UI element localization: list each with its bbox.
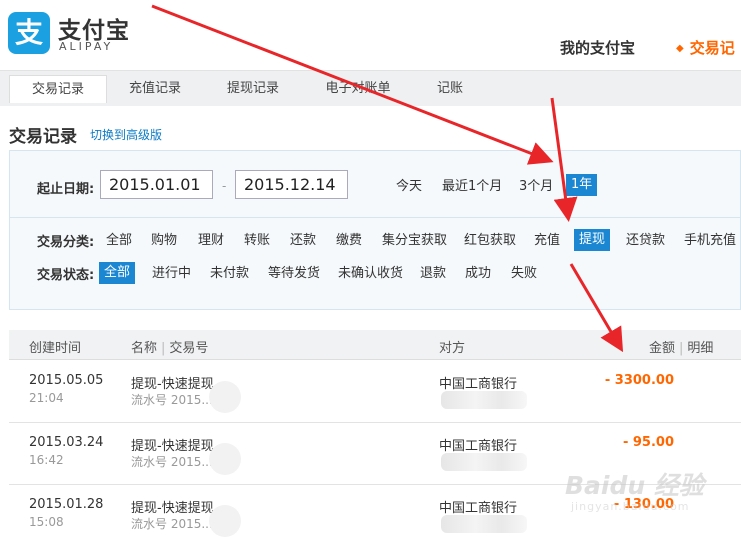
category-transfer[interactable]: 转账 (239, 230, 275, 252)
row-time: 16:42 (29, 453, 64, 467)
category-recharge[interactable]: 充值 (529, 230, 565, 252)
category-repayment[interactable]: 还款 (285, 230, 321, 252)
row-serial-no: 流水号 2015... (131, 455, 213, 469)
col-name-label: 名称 (131, 341, 158, 356)
row-name[interactable]: 提现-快速提现 (131, 497, 214, 516)
category-bills[interactable]: 缴费 (331, 230, 367, 252)
status-failed[interactable]: 失败 (506, 263, 542, 285)
alipay-logo-icon: 支 (8, 12, 50, 54)
tab-e-statement[interactable]: 电子对账单 (310, 75, 406, 103)
col-detail-label: 明细 (687, 341, 714, 356)
logo-en-text: ALIPAY (59, 40, 114, 53)
range-3-months[interactable]: 3个月 (514, 176, 558, 198)
blurred-account (441, 515, 527, 533)
status-label: 交易状态: (37, 268, 95, 283)
category-loan-repayment[interactable]: 还贷款 (621, 230, 670, 252)
row-serial-no: 流水号 2015... (131, 393, 213, 407)
tab-recharge[interactable]: 充值记录 (107, 75, 203, 103)
nav-transactions[interactable]: ◆ 交易记 (676, 37, 735, 58)
category-finance[interactable]: 理财 (193, 230, 229, 252)
col-separator: | (679, 341, 684, 356)
blurred-account (441, 453, 527, 471)
blurred-region (209, 505, 241, 537)
category-shopping[interactable]: 购物 (146, 230, 182, 252)
row-name[interactable]: 提现-快速提现 (131, 435, 214, 454)
col-counterparty: 对方 (439, 341, 466, 356)
status-success[interactable]: 成功 (460, 263, 496, 285)
blurred-account (441, 391, 527, 409)
row-counterparty: 中国工商银行 (439, 377, 518, 392)
row-amount: - 95.00 (622, 435, 674, 450)
date-separator: - (222, 179, 227, 193)
nav-my-alipay[interactable]: 我的支付宝 (560, 37, 635, 58)
date-range-label: 起止日期: (37, 182, 95, 197)
watermark-text: Baidu 经验 (565, 471, 704, 500)
category-red-packet[interactable]: 红包获取 (459, 230, 521, 252)
row-time: 15:08 (29, 515, 64, 529)
nav-transactions-label: 交易记 (689, 39, 735, 57)
switch-advanced-link[interactable]: 切换到高级版 (90, 126, 162, 143)
row-date: 2015.03.24 (29, 435, 104, 450)
row-name[interactable]: 提现-快速提现 (131, 373, 214, 392)
col-amount-label: 金额 (649, 341, 676, 356)
category-all[interactable]: 全部 (101, 230, 137, 252)
status-unconfirmed-receipt[interactable]: 未确认收货 (333, 263, 408, 285)
row-counterparty: 中国工商银行 (439, 439, 518, 454)
tab-bookkeeping[interactable]: 记账 (402, 75, 498, 103)
alipay-page: 支 支付宝 ALIPAY 我的支付宝 ◆ 交易记 交易记录 充值记录 提现记录 电… (0, 0, 741, 537)
record-tabs: 交易记录 充值记录 提现记录 电子对账单 记账 (0, 70, 741, 106)
category-withdraw[interactable]: 提现 (574, 229, 611, 251)
status-unpaid[interactable]: 未付款 (205, 263, 254, 285)
blurred-region (209, 443, 241, 475)
col-created-time: 创建时间 (29, 341, 82, 356)
diamond-icon: ◆ (676, 43, 684, 54)
watermark-url: jingyan.baidu.com (571, 500, 690, 513)
range-1-year[interactable]: 1年 (566, 174, 598, 196)
status-awaiting-shipment[interactable]: 等待发货 (263, 263, 325, 285)
baidu-jingyan-watermark: Baidu 经验 jingyan.baidu.com (565, 462, 735, 522)
col-name-trade-no: 名称 | 交易号 (131, 337, 208, 356)
col-amount-detail: 金额 | 明细 (649, 337, 713, 356)
tab-transactions[interactable]: 交易记录 (9, 75, 107, 103)
table-row[interactable]: 2015.05.05 21:04 提现-快速提现 流水号 2015... 中国工… (9, 361, 741, 423)
filter-panel: 起止日期: 2015.01.01 - 2015.12.14 今天 最近1个月 3… (9, 150, 741, 310)
tab-withdraw[interactable]: 提现记录 (205, 75, 301, 103)
row-counterparty: 中国工商银行 (439, 501, 518, 516)
end-date-input[interactable]: 2015.12.14 (235, 170, 348, 199)
col-trade-no-label: 交易号 (169, 341, 209, 356)
table-header: 创建时间 名称 | 交易号 对方 金额 | 明细 (9, 330, 741, 360)
row-date: 2015.05.05 (29, 373, 104, 388)
category-label: 交易分类: (37, 235, 95, 250)
header: 支 支付宝 ALIPAY 我的支付宝 ◆ 交易记 (0, 0, 741, 70)
range-today[interactable]: 今天 (391, 176, 427, 198)
range-1-month[interactable]: 最近1个月 (437, 176, 507, 198)
category-jifenbao[interactable]: 集分宝获取 (377, 230, 452, 252)
alipay-logo[interactable]: 支 支付宝 ALIPAY (8, 12, 158, 58)
page-title: 交易记录 (9, 127, 77, 147)
status-all[interactable]: 全部 (99, 262, 136, 284)
row-serial-no: 流水号 2015... (131, 517, 213, 531)
status-refund[interactable]: 退款 (415, 263, 451, 285)
blurred-region (209, 381, 241, 413)
row-date: 2015.01.28 (29, 497, 104, 512)
start-date-input[interactable]: 2015.01.01 (100, 170, 213, 199)
category-mobile-topup[interactable]: 手机充值 (679, 230, 741, 252)
col-separator: | (161, 341, 166, 356)
status-in-progress[interactable]: 进行中 (147, 263, 196, 285)
row-time: 21:04 (29, 391, 64, 405)
filter-divider (10, 217, 740, 218)
row-amount: - 3300.00 (604, 373, 674, 388)
